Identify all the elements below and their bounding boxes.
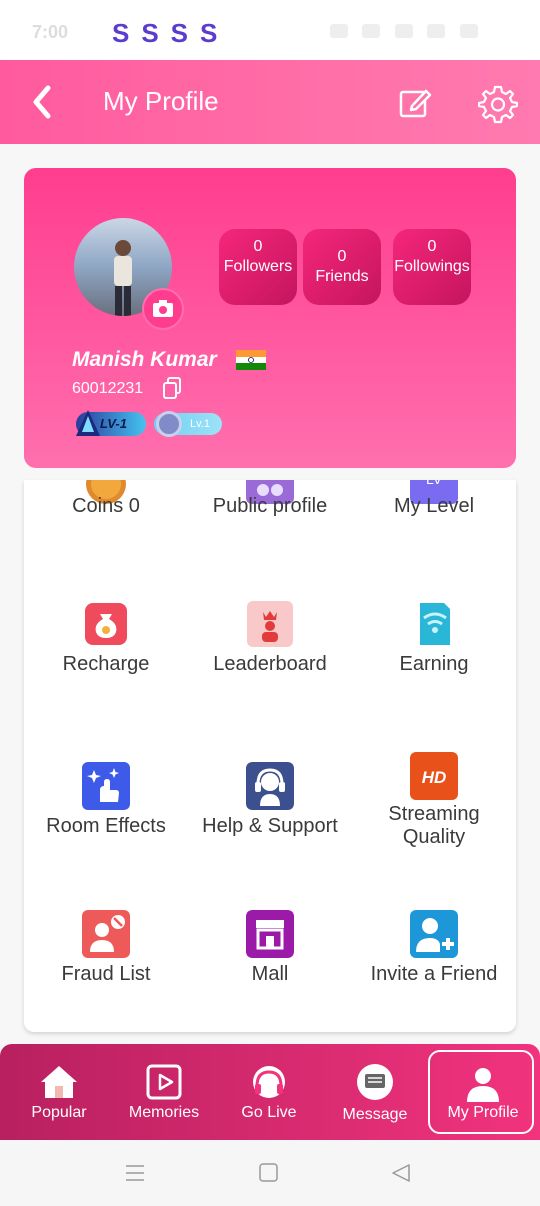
menu-label: Coins 0 [72,495,140,517]
followers-label: Followers [223,258,293,275]
blocked-user-icon [82,910,130,958]
svg-text:LV: LV [426,480,443,487]
menu-item-public-profile[interactable]: Public profile [188,480,352,536]
menu-item-earning[interactable]: Earning [352,600,516,680]
level-badge: LV-1 [76,410,146,436]
menu-grid: Coins 0 Public profile LV My Level Recha… [24,480,516,1032]
system-nav-bar [0,1140,540,1206]
followers-count: 0 [253,238,263,255]
menu-label: Earning [399,653,469,675]
signal-icon [427,24,446,38]
svg-text:HD: HD [422,768,447,787]
nav-item-popular[interactable]: Popular [6,1044,112,1140]
nav-item-message[interactable]: Message [322,1044,428,1140]
menu-label: Recharge [62,653,150,675]
avatar-person-image [114,240,132,316]
copy-icon[interactable] [162,377,182,399]
home-square-icon[interactable] [258,1162,280,1184]
message-icon [357,1064,393,1100]
headset-icon [246,762,294,810]
menu-label: Invite a Friend [370,963,498,985]
menu-item-recharge[interactable]: Recharge [24,600,188,680]
followings-count: 0 [427,238,437,255]
pyramid-icon [76,410,100,436]
wifi-icon [362,24,381,38]
app-bar: My Profile [0,60,540,144]
page-title: My Profile [103,86,219,116]
camera-icon [153,300,173,317]
menu-label: My Level [393,495,475,517]
level-badge-secondary: Lv.1 [154,411,222,437]
nav-label: My Profile [447,1104,519,1121]
money-bag-icon [85,603,127,645]
notification-marks: SSSS [112,18,230,48]
followings-label: Followings [394,258,470,275]
menu-item-streaming-quality[interactable]: HD Streaming Quality [352,752,516,852]
nav-label: Popular [31,1104,87,1121]
menu-label: Mall [251,963,289,985]
vibrate-icon [330,24,348,38]
menu-item-room-effects[interactable]: Room Effects [24,762,188,842]
back-arrow-icon[interactable] [28,82,58,122]
store-icon [246,910,294,958]
crown-user-icon [247,601,293,647]
nav-label: Go Live [241,1104,297,1121]
followings-stat[interactable]: 0 Followings [393,229,471,305]
friends-count: 0 [337,248,347,265]
back-triangle-icon[interactable] [390,1162,412,1184]
profile-name: Manish Kumar [72,348,217,371]
menu-item-invite-friend[interactable]: Invite a Friend [352,910,516,990]
menu-item-help-support[interactable]: Help & Support [188,762,352,842]
earning-card-icon [420,603,450,645]
home-icon [41,1066,77,1098]
status-bar: 7:00 SSSS [0,0,540,60]
menu-item-leaderboard[interactable]: Leaderboard [188,600,352,680]
ring-icon [156,411,182,437]
followers-stat[interactable]: 0 Followers [219,229,297,305]
edit-icon[interactable] [398,86,432,120]
recents-icon[interactable] [124,1162,146,1184]
profile-card: 0 Followers 0 Friends 0 Followings Manis… [24,168,516,468]
level-badge-text: LV-1 [100,416,127,431]
gear-icon[interactable] [478,84,518,124]
menu-item-mall[interactable]: Mall [188,910,352,990]
live-icon [253,1066,285,1098]
sparkle-icon [82,762,130,810]
friends-label: Friends [315,268,369,285]
menu-label: Help & Support [202,815,338,837]
menu-item-my-level[interactable]: LV My Level [352,480,516,536]
level-badge-secondary-text: Lv.1 [190,418,210,430]
nav-item-my-profile[interactable]: My Profile [428,1050,534,1134]
call-icon [394,24,413,38]
menu-label: Public profile [212,495,328,517]
system-icons [320,24,500,44]
menu-label: Room Effects [46,815,166,837]
user-id: 60012231 [72,380,144,397]
menu-label: Streaming Quality [388,803,480,848]
india-flag-icon [236,350,266,370]
nav-item-go-live[interactable]: Go Live [216,1044,322,1140]
change-photo-button[interactable] [142,288,184,330]
bottom-nav: Popular Memories Go Live Message My Prof… [0,1044,540,1140]
friends-stat[interactable]: 0 Friends [303,229,381,305]
hd-icon: HD [410,752,458,800]
menu-item-coins[interactable]: Coins 0 [24,480,188,536]
person-icon [467,1068,499,1102]
menu-item-fraud-list[interactable]: Fraud List [24,910,188,990]
nav-label: Memories [128,1104,200,1121]
play-icon [146,1064,182,1100]
nav-label: Message [342,1106,408,1123]
status-time: 7:00 [32,22,69,42]
menu-label: Fraud List [61,963,151,985]
add-user-icon [410,910,458,958]
menu-label: Leaderboard [213,653,327,675]
battery-icon [459,24,478,38]
nav-item-memories[interactable]: Memories [111,1044,217,1140]
